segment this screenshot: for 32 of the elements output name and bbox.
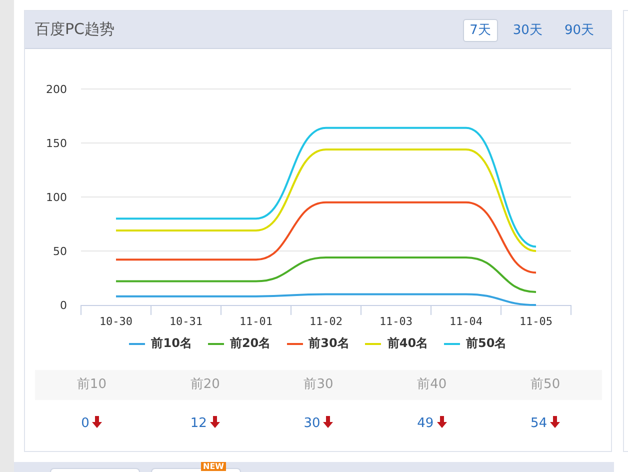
- new-badge: NEW: [201, 462, 226, 471]
- x-tick-label: 11-01: [239, 315, 273, 328]
- panel-title: 百度PC趋势: [35, 19, 116, 40]
- y-tick-label: 0: [60, 299, 67, 312]
- legend-item[interactable]: 前10名: [129, 334, 192, 352]
- stat-value: 54: [530, 416, 548, 432]
- stat-value: 12: [190, 416, 207, 432]
- legend-item[interactable]: 前40名: [365, 334, 428, 352]
- x-tick-label: 11-03: [379, 315, 413, 328]
- range-tab[interactable]: 7天: [462, 18, 498, 42]
- legend-item[interactable]: 前20名: [208, 334, 271, 352]
- legend-item[interactable]: 前50名: [444, 334, 507, 352]
- stat-label: 前50: [530, 377, 560, 392]
- stat-value: 30: [304, 416, 320, 432]
- stat-value: 0: [81, 416, 90, 432]
- x-tick-label: 11-04: [449, 315, 483, 328]
- y-tick-label: 100: [46, 191, 67, 204]
- range-tab[interactable]: 30天: [506, 18, 550, 42]
- x-tick-label: 11-05: [519, 315, 553, 328]
- x-tick-label: 11-02: [309, 315, 343, 328]
- y-tick-label: 50: [53, 245, 67, 258]
- stat-label: 前30: [304, 377, 334, 392]
- stat-value: 49: [417, 416, 434, 432]
- y-tick-label: 200: [46, 83, 67, 96]
- y-tick-label: 150: [46, 137, 67, 150]
- stat-label: 前10: [76, 377, 106, 392]
- x-tick-label: 10-31: [169, 315, 203, 328]
- stat-label: 前40: [417, 377, 447, 392]
- stat-label: 前20: [190, 377, 220, 392]
- legend-item[interactable]: 前30名: [286, 334, 350, 352]
- x-tick-label: 10-30: [99, 315, 133, 328]
- range-tab[interactable]: 90天: [557, 18, 601, 42]
